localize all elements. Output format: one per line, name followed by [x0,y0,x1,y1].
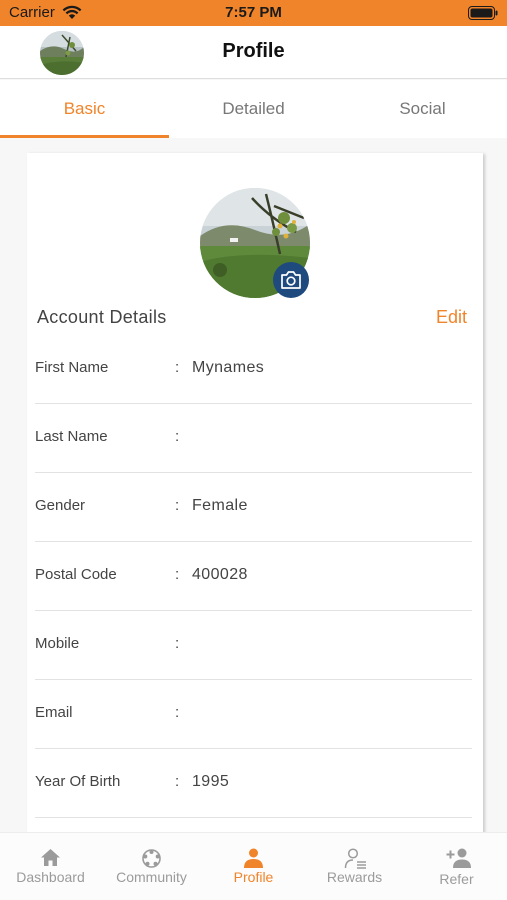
field-row-postal-code: Postal Code : 400028 [35,542,472,611]
tab-detailed[interactable]: Detailed [169,80,338,138]
field-label: Email [35,704,73,721]
field-label: Gender [35,497,86,514]
page-title: Profile [222,40,285,62]
field-row-year-of-birth: Year Of Birth : 1995 [35,749,472,818]
edit-button[interactable]: Edit [436,307,467,328]
section-title: Account Details [37,307,167,327]
tab-label: Rewards [326,869,383,885]
field-separator: : [175,497,180,514]
field-separator: : [175,428,180,445]
change-photo-button[interactable] [273,262,309,298]
tab-profile[interactable]: Profile [203,833,304,900]
active-tab-indicator [0,135,169,138]
profile-tabs: Basic Detailed Social [0,80,507,138]
field-row-email: Email : [35,680,472,749]
field-value-gender: Female [192,497,248,514]
field-row-gender: Gender : Female [35,473,472,542]
navigation-bar: Profile [0,26,507,79]
field-label: Mobile [35,635,80,652]
tab-basic[interactable]: Basic [0,80,169,138]
field-label: Last Name [35,428,108,445]
field-value-postal-code: 400028 [192,566,248,583]
add-person-icon [446,848,471,868]
field-separator: : [175,359,180,376]
field-separator: : [175,635,180,652]
field-label: Year Of Birth [35,773,121,790]
field-label: First Name [35,359,109,376]
tab-label: Profile [233,869,274,885]
tab-label: Refer [439,871,474,887]
field-separator: : [175,773,180,790]
field-label: Postal Code [35,566,117,583]
field-value-first-name: Mynames [192,359,265,376]
tab-social[interactable]: Social [338,80,507,138]
tab-community[interactable]: Community [101,833,202,900]
person-icon [244,848,263,868]
field-row-mobile: Mobile : [35,611,472,680]
field-value-year-of-birth: 1995 [192,773,230,790]
tab-label: Community [116,869,187,885]
field-row-first-name: First Name : Mynames [35,335,472,404]
home-icon [41,849,60,866]
field-separator: : [175,704,180,721]
tab-label: Dashboard [16,869,85,885]
camera-icon [281,271,301,289]
tab-refer[interactable]: Refer [406,833,507,900]
battery-icon [468,6,498,20]
bottom-tab-bar: Dashboard Community Profile Rewards Refe… [0,832,507,900]
field-row-last-name: Last Name : [35,404,472,473]
status-time: 7:57 PM [225,4,282,21]
status-bar: Carrier 7:57 PM [0,0,507,26]
tab-dashboard[interactable]: Dashboard [0,833,101,900]
tab-rewards[interactable]: Rewards [304,833,405,900]
community-icon [142,849,161,868]
rewards-icon [344,848,366,869]
field-separator: : [175,566,180,583]
